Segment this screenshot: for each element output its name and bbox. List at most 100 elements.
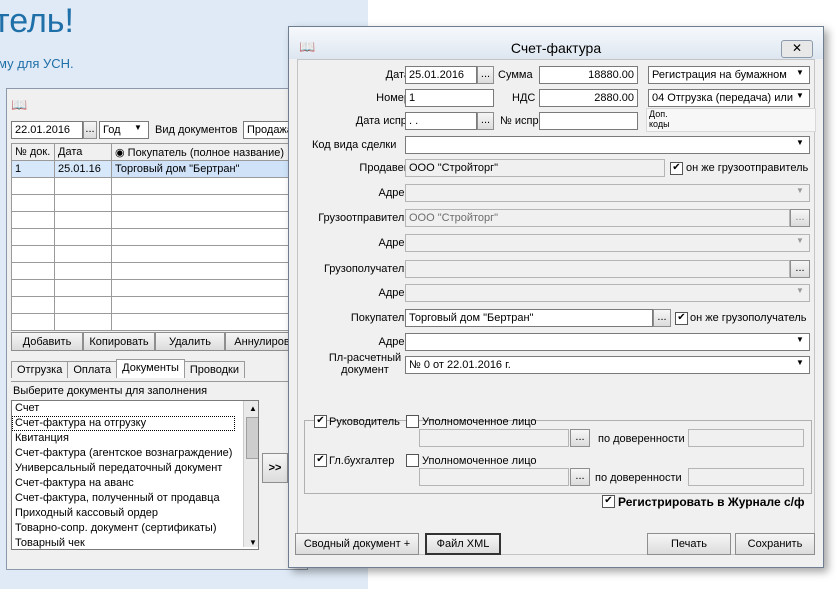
director-name-field[interactable] bbox=[419, 429, 569, 447]
copy-button[interactable]: Копировать bbox=[83, 332, 155, 351]
table-row-empty[interactable] bbox=[11, 177, 305, 195]
number-field[interactable]: 1 bbox=[405, 89, 494, 107]
column-header-num[interactable]: № док. bbox=[11, 143, 55, 161]
book-icon: 📖 bbox=[11, 97, 28, 112]
accountant-lookup-button[interactable]: ... bbox=[570, 468, 590, 486]
delete-button[interactable]: Удалить bbox=[155, 332, 225, 351]
registration-mode-select[interactable]: Регистрация на бумажном bbox=[648, 66, 810, 84]
vat-field[interactable]: 2880.00 bbox=[539, 89, 638, 107]
page-subtitle: му для УСН. bbox=[0, 56, 74, 71]
move-to-right-button[interactable]: >> bbox=[262, 453, 288, 483]
tab-documents[interactable]: Документы bbox=[116, 359, 185, 378]
list-item[interactable]: Счет-фактура, полученный от продавца bbox=[12, 491, 258, 506]
xml-file-button[interactable]: Файл XML bbox=[425, 533, 501, 555]
table-row[interactable]: 1 25.01.16 Торговый дом "Бертран" bbox=[11, 160, 305, 178]
payment-doc-label: Пл-расчетный документ bbox=[328, 352, 402, 376]
register-journal-checkbox[interactable]: ✔ bbox=[602, 495, 615, 508]
same-shipper-checkbox[interactable]: ✔ bbox=[670, 162, 683, 175]
operation-code-select[interactable]: 04 Отгрузка (передача) или bbox=[648, 89, 810, 107]
accountant-checkbox[interactable]: ✔ bbox=[314, 454, 327, 467]
table-row-empty[interactable] bbox=[11, 211, 305, 229]
same-shipper-label: он же грузоотправитель bbox=[686, 162, 809, 174]
chevron-down-icon: ▼ bbox=[796, 68, 804, 77]
seller-address-select[interactable] bbox=[405, 184, 810, 202]
date-field[interactable]: 25.01.2016 bbox=[405, 66, 477, 84]
tab-postings[interactable]: Проводки bbox=[183, 361, 245, 378]
buyer-field[interactable]: Торговый дом "Бертран" bbox=[405, 309, 653, 327]
correction-date-label: Дата испр. bbox=[355, 115, 410, 127]
period-value: Год bbox=[103, 124, 121, 136]
registration-mode-value: Регистрация на бумажном bbox=[652, 69, 787, 81]
table-row-empty[interactable] bbox=[11, 313, 305, 331]
table-row-empty[interactable] bbox=[11, 194, 305, 212]
consignee-lookup-button[interactable]: ... bbox=[790, 260, 810, 278]
list-item[interactable]: Счет-фактура (агентское вознаграждение) bbox=[12, 446, 258, 461]
scroll-down-icon[interactable]: ▼ bbox=[246, 535, 257, 549]
list-item[interactable]: Универсальный передаточный документ bbox=[12, 461, 258, 476]
close-button[interactable]: ✕ bbox=[781, 40, 813, 58]
invoice-dialog: 📖 Счет-фактура ✕ Дата 25.01.2016 ... Сум… bbox=[288, 26, 824, 568]
list-item[interactable]: Товарно-сопр. документ (сертификаты) bbox=[12, 521, 258, 536]
correction-date-picker-button[interactable]: ... bbox=[477, 112, 494, 130]
correction-number-label: № испр. bbox=[500, 115, 542, 127]
correction-number-field[interactable] bbox=[539, 112, 638, 130]
list-item[interactable]: Товарный чек bbox=[12, 536, 258, 549]
director-proxy-field[interactable] bbox=[688, 429, 804, 447]
list-item[interactable]: Счет bbox=[12, 401, 258, 416]
scroll-up-icon[interactable]: ▲ bbox=[246, 401, 257, 416]
buyer-lookup-button[interactable]: ... bbox=[653, 309, 671, 327]
filter-date-field[interactable]: 22.01.2016 bbox=[11, 121, 83, 139]
extra-codes-label: Доп. коды bbox=[649, 109, 670, 129]
shipper-address-select[interactable] bbox=[405, 234, 810, 252]
extra-codes-box[interactable]: Доп. коды bbox=[646, 108, 816, 132]
accountant-name-field[interactable] bbox=[419, 468, 569, 486]
deal-code-select[interactable] bbox=[405, 136, 810, 154]
accountant-label: Гл.бухгалтер bbox=[329, 455, 395, 467]
seller-label: Продавец bbox=[359, 162, 410, 174]
documents-listbox[interactable]: Счет Счет-фактура на отгрузку Квитанция … bbox=[11, 400, 259, 550]
director-authorized-checkbox[interactable] bbox=[406, 415, 419, 428]
list-item[interactable]: Счет-фактура на отгрузку bbox=[12, 416, 235, 431]
consignee-address-select[interactable] bbox=[405, 284, 810, 302]
tabs-bar: Отгрузка Оплата Документы Проводки bbox=[11, 359, 245, 380]
director-checkbox[interactable]: ✔ bbox=[314, 415, 327, 428]
add-button[interactable]: Добавить bbox=[11, 332, 83, 351]
same-consignee-checkbox[interactable]: ✔ bbox=[675, 312, 688, 325]
accountant-authorized-checkbox[interactable] bbox=[406, 454, 419, 467]
date-picker-button[interactable]: ... bbox=[477, 66, 494, 84]
shipper-field[interactable]: ООО "Стройторг" bbox=[405, 209, 790, 227]
tab-shipment[interactable]: Отгрузка bbox=[11, 361, 69, 378]
accountant-proxy-field[interactable] bbox=[688, 468, 804, 486]
consignee-field[interactable] bbox=[405, 260, 790, 278]
summary-document-button[interactable]: Сводный документ + bbox=[295, 533, 419, 555]
list-item[interactable]: Приходный кассовый ордер bbox=[12, 506, 258, 521]
tab-payment[interactable]: Оплата bbox=[67, 361, 118, 378]
table-row-empty[interactable] bbox=[11, 245, 305, 263]
director-lookup-button[interactable]: ... bbox=[570, 429, 590, 447]
payment-doc-select[interactable]: № 0 от 22.01.2016 г. bbox=[405, 356, 810, 374]
chevron-down-icon: ▼ bbox=[796, 138, 804, 147]
table-row-empty[interactable] bbox=[11, 279, 305, 297]
chevron-down-icon: ▼ bbox=[796, 335, 804, 344]
date-picker-button[interactable]: ... bbox=[83, 121, 97, 139]
print-button[interactable]: Печать bbox=[647, 533, 731, 555]
seller-field[interactable]: ООО "Стройторг" bbox=[405, 159, 665, 177]
scrollbar-thumb[interactable] bbox=[246, 417, 258, 459]
column-header-buyer[interactable]: ◉ Покупатель (полное название) bbox=[111, 143, 305, 161]
table-row-empty[interactable] bbox=[11, 262, 305, 280]
list-item[interactable]: Счет-фактура на аванс bbox=[12, 476, 258, 491]
dialog-title: Счет-фактура bbox=[510, 40, 602, 56]
table-row-empty[interactable] bbox=[11, 228, 305, 246]
table-row-empty[interactable] bbox=[11, 296, 305, 314]
sum-field[interactable]: 18880.00 bbox=[539, 66, 638, 84]
correction-date-field[interactable]: . . bbox=[405, 112, 477, 130]
sales-journal-window: 📖 22.01.2016 ... Год ▼ Вид документов Пр… bbox=[6, 88, 308, 570]
chevron-down-icon: ▼ bbox=[796, 236, 804, 245]
cell-date: 25.01.16 bbox=[54, 160, 112, 178]
buyer-address-select[interactable] bbox=[405, 333, 810, 351]
column-header-date[interactable]: Дата bbox=[54, 143, 112, 161]
save-button[interactable]: Сохранить bbox=[735, 533, 815, 555]
list-item[interactable]: Квитанция bbox=[12, 431, 258, 446]
shipper-lookup-button[interactable]: ... bbox=[790, 209, 810, 227]
listbox-scrollbar[interactable]: ▲ ▼ bbox=[243, 401, 258, 547]
